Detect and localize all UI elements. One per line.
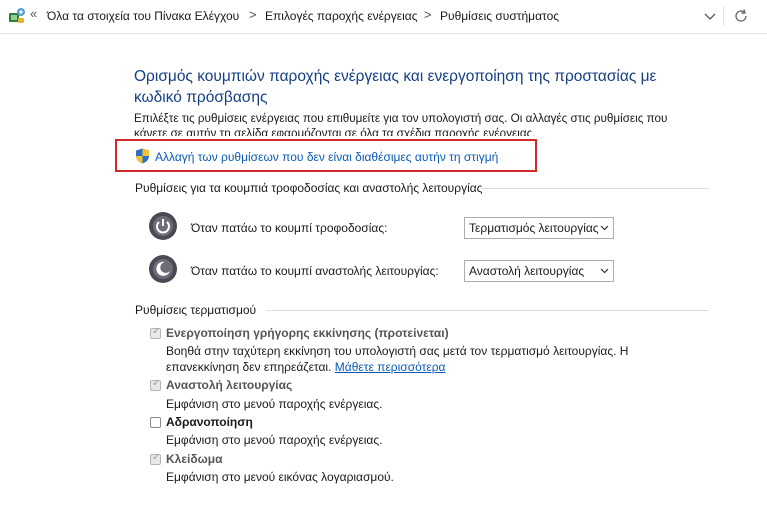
address-dropdown-icon[interactable] <box>700 6 720 26</box>
hibernate-label: Αδρανοποίηση <box>166 415 253 429</box>
lock-label: Κλείδωμα <box>166 452 223 466</box>
power-button-icon <box>149 212 177 240</box>
breadcrumb-power-options[interactable]: Επιλογές παροχής ενέργειας <box>265 9 417 23</box>
uac-shield-icon <box>136 148 149 164</box>
change-unavailable-settings-link[interactable]: Αλλαγή των ρυθμίσεων που δεν είναι διαθέ… <box>155 150 498 164</box>
page-title: Ορισμός κουμπιών παροχής ενέργειας και ε… <box>134 68 657 106</box>
sleep-button-action-value: Αναστολή λειτουργίας <box>469 264 585 278</box>
chevron-down-icon <box>600 225 609 231</box>
breadcrumb-separator-icon[interactable]: > <box>424 7 432 22</box>
hibernate-description: Εμφάνιση στο μενού παροχής ενέργειας. <box>166 433 383 447</box>
hibernate-checkbox[interactable] <box>150 417 161 428</box>
refresh-icon[interactable] <box>731 6 751 26</box>
breadcrumb-system-settings: Ρυθμίσεις συστήματος <box>440 9 560 23</box>
breadcrumb-separator-icon[interactable]: > <box>249 7 257 22</box>
lock-checkbox[interactable]: ✓ <box>150 452 161 465</box>
sleep-menu-checkbox[interactable]: ✓ <box>150 378 161 391</box>
sleep-button-icon <box>149 255 177 283</box>
fast-startup-label: Ενεργοποίηση γρήγορης εκκίνησης (προτείν… <box>166 326 449 340</box>
shutdown-section-heading: Ρυθμίσεις τερματισμού <box>135 303 257 317</box>
learn-more-link[interactable]: Μάθετε περισσότερα <box>335 360 446 374</box>
page-description-line2-clip: κάνετε σε αυτήν τη σελίδα εφαρμόζονται σ… <box>134 126 714 136</box>
back-chevron-icon[interactable]: « <box>30 6 37 21</box>
fast-startup-description-line2: επανεκκίνηση δεν επηρεάζεται. Μάθετε περ… <box>166 359 445 376</box>
fast-startup-description: Βοηθά στην ταχύτερη εκκίνηση του υπολογι… <box>166 344 629 358</box>
power-button-label: Όταν πατάω το κουμπί τροφοδοσίας: <box>191 221 388 235</box>
sleep-button-action-select[interactable]: Αναστολή λειτουργίας <box>464 260 614 282</box>
sleep-button-label: Όταν πατάω το κουμπί αναστολής λειτουργί… <box>191 264 439 278</box>
fast-startup-note: επανεκκίνηση δεν επηρεάζεται. <box>166 360 332 374</box>
power-button-action-value: Τερματισμός λειτουργίας <box>469 221 599 235</box>
page-description-line1: Επιλέξτε τις ρυθμίσεις ενέργειας που επι… <box>134 112 668 125</box>
address-divider <box>723 6 724 26</box>
fast-startup-checkbox[interactable]: ✓ <box>150 326 161 339</box>
chevron-down-icon <box>600 268 609 274</box>
sleep-menu-label: Αναστολή λειτουργίας <box>166 378 293 392</box>
sleep-menu-description: Εμφάνιση στο μενού παροχής ενέργειας. <box>166 397 383 411</box>
section-divider <box>266 310 709 311</box>
power-button-action-select[interactable]: Τερματισμός λειτουργίας <box>464 217 614 239</box>
control-panel-icon <box>9 8 25 23</box>
page-description-line2: κάνετε σε αυτήν τη σελίδα εφαρμόζονται σ… <box>134 127 536 136</box>
buttons-section-heading: Ρυθμίσεις για τα κουμπιά τροφοδοσίας και… <box>135 181 483 195</box>
breadcrumb-all-control-panel[interactable]: Όλα τα στοιχεία του Πίνακα Ελέγχου <box>47 9 239 23</box>
section-divider <box>481 188 709 189</box>
lock-description: Εμφάνιση στο μενού εικόνας λογαριασμού. <box>166 470 394 484</box>
